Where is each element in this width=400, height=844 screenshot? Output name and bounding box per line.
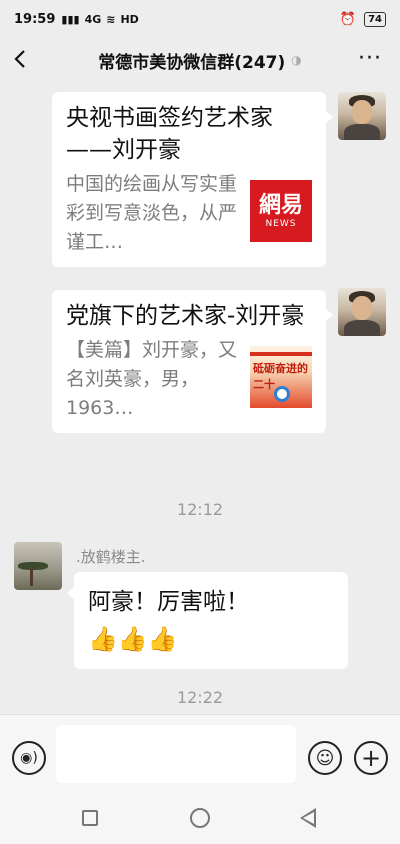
thumbnail-ribbon <box>250 352 312 356</box>
avatar-self[interactable] <box>338 92 386 140</box>
back-nav-button[interactable] <box>300 808 316 828</box>
netease-news-thumbnail: 網易 NEWS <box>250 180 312 242</box>
voice-icon: ◉) <box>20 750 38 766</box>
avatar-body <box>344 124 380 140</box>
speaker-muted-icon: ◑ <box>291 53 302 67</box>
message-timestamp: 12:12 <box>176 500 224 519</box>
link-card-title: 党旗下的艺术家-刘开豪 <box>66 303 305 329</box>
avatar-scenery <box>18 562 48 570</box>
status-icons: ▮▮▮ 4G ≋ HD <box>61 13 138 26</box>
network-icon: 4G <box>84 12 102 26</box>
party-article-thumbnail: 砥砺奋进的二十 <box>250 346 312 408</box>
thumbs-up-icon: 👍👍👍 <box>88 624 178 653</box>
status-bar: 19:59 ▮▮▮ 4G ≋ HD ⏰ 74 <box>0 0 400 38</box>
thumbnail-logo-text: 網易 <box>258 193 303 218</box>
sender-name: .放鹤楼主. <box>76 548 146 566</box>
smiley-icon: ☺ <box>315 747 335 769</box>
chat-title: 常德市美协微信群(247) <box>98 52 286 73</box>
link-card-body: 【美篇】刘开豪，又名刘英豪，男，1963… 砥砺奋进的二十 <box>66 336 312 423</box>
link-card-title: 央视书画签约艺术家——刘开豪 <box>66 105 273 163</box>
thumbnail-logo-sub: NEWS <box>265 219 297 229</box>
voice-button[interactable]: ◉) <box>12 741 46 775</box>
back-button[interactable] <box>14 44 38 74</box>
message-text: 阿豪！厉害啦！ <box>88 589 249 615</box>
avatar-face <box>352 100 372 124</box>
thumbnail-badge <box>274 386 290 402</box>
avatar-scenery-trunk <box>30 568 33 586</box>
chat-area: 央视书画签约艺术家——刘开豪 中国的绘画从写实重彩到写意淡色，从严谨工… 網易 … <box>0 82 400 714</box>
status-time: 19:59 <box>14 11 56 27</box>
avatar-face <box>352 296 372 320</box>
hd-icon: HD <box>120 12 139 26</box>
message-timestamp: 12:22 <box>176 688 224 707</box>
wifi-icon: ≋ <box>106 12 116 26</box>
avatar-self[interactable] <box>338 288 386 336</box>
input-bar: ◉) ☺ + <box>0 714 400 792</box>
emoji-button[interactable]: ☺ <box>308 741 342 775</box>
home-button[interactable] <box>190 808 210 828</box>
status-right: ⏰ 74 <box>339 11 386 27</box>
avatar-body <box>344 320 380 336</box>
link-card-body: 中国的绘画从写实重彩到写意淡色，从严谨工… 網易 NEWS <box>66 170 312 257</box>
battery-indicator: 74 <box>364 11 386 27</box>
system-nav-bar <box>0 792 400 844</box>
chevron-left-icon <box>14 50 25 68</box>
more-button[interactable]: ··· <box>358 46 382 71</box>
plus-button[interactable]: + <box>354 741 388 775</box>
link-card-description: 【美篇】刘开豪，又名刘英豪，男，1963… <box>66 339 238 419</box>
recent-apps-button[interactable] <box>82 810 98 826</box>
avatar-sender[interactable] <box>14 542 62 590</box>
plus-icon: + <box>360 744 382 772</box>
signal-icon: ▮▮▮ <box>61 12 80 26</box>
chat-header: 常德市美协微信群(247) ◑ ··· <box>0 38 400 82</box>
message-bubble[interactable]: 阿豪！厉害啦！ 👍👍👍 <box>67 572 348 669</box>
link-card[interactable]: 央视书画签约艺术家——刘开豪 中国的绘画从写实重彩到写意淡色，从严谨工… 網易 … <box>52 92 333 267</box>
link-card[interactable]: 党旗下的艺术家-刘开豪 【美篇】刘开豪，又名刘英豪，男，1963… 砥砺奋进的二… <box>52 290 333 433</box>
link-card-description: 中国的绘画从写实重彩到写意淡色，从严谨工… <box>66 173 238 253</box>
alarm-icon: ⏰ <box>339 11 357 27</box>
message-input[interactable] <box>56 725 296 783</box>
